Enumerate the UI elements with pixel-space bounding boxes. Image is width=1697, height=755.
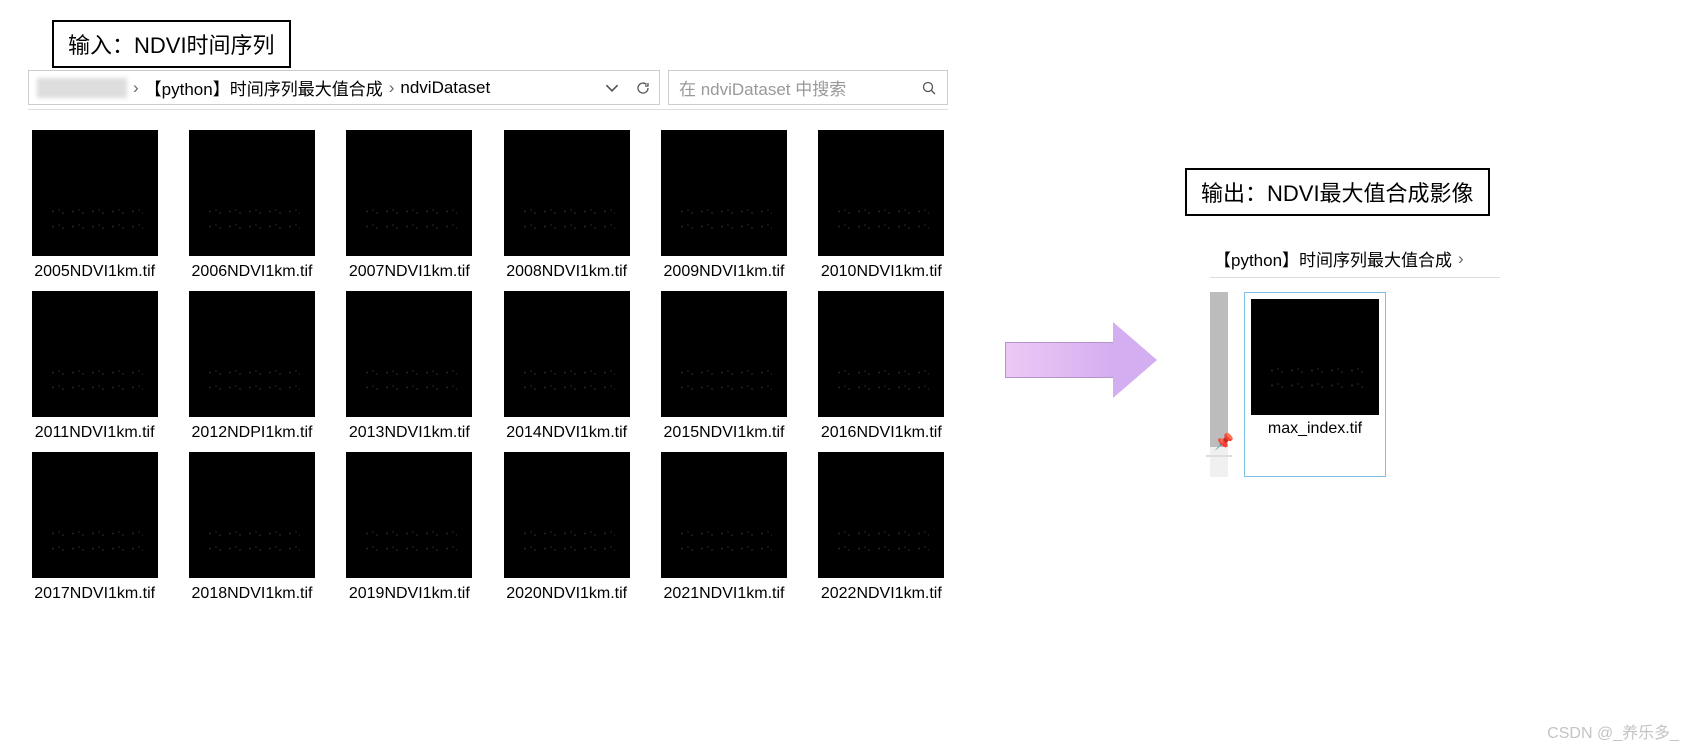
file-item[interactable]: 2012NDPI1km.tif [185,291,318,442]
file-name: 2014NDVI1km.tif [506,423,627,442]
breadcrumb-right[interactable]: 【python】时间序列最大值合成 › [1210,240,1500,278]
path-seg-right[interactable]: 【python】时间序列最大值合成 [1214,246,1452,271]
file-item[interactable]: 2014NDVI1km.tif [500,291,633,442]
file-name: max_index.tif [1268,419,1362,438]
chevron-down-icon[interactable] [605,81,619,95]
right-explorer: 【python】时间序列最大值合成 › max_index.tif [1210,240,1500,477]
search-placeholder: 在 ndviDataset 中搜索 [679,75,846,100]
file-item[interactable]: 2022NDVI1km.tif [815,452,948,603]
scroll-thumb[interactable] [1210,292,1228,447]
file-thumbnail [504,291,630,417]
file-thumbnail [346,291,472,417]
file-thumbnail [661,452,787,578]
file-name: 2010NDVI1km.tif [821,262,942,281]
file-item[interactable]: 2018NDVI1km.tif [185,452,318,603]
file-name: 2021NDVI1km.tif [664,584,785,603]
breadcrumb-bar: › 【python】时间序列最大值合成 › ndviDataset 在 ndvi… [28,70,948,110]
file-name: 2012NDPI1km.tif [192,423,313,442]
path-seg-2[interactable]: ndviDataset [400,78,490,98]
chevron-right-icon: › [1458,249,1464,269]
divider [1206,455,1232,457]
chevron-right-icon: › [389,78,395,98]
file-thumbnail [346,130,472,256]
file-item-output[interactable]: max_index.tif [1244,292,1386,477]
file-item[interactable]: 2015NDVI1km.tif [657,291,790,442]
file-thumbnail [504,452,630,578]
search-input[interactable]: 在 ndviDataset 中搜索 [668,70,948,105]
file-thumbnail [818,291,944,417]
file-thumbnail [818,452,944,578]
input-label: 输入：NDVI时间序列 [52,20,291,68]
file-name: 2019NDVI1km.tif [349,584,470,603]
file-thumbnail [32,130,158,256]
file-name: 2008NDVI1km.tif [506,262,627,281]
left-explorer: › 【python】时间序列最大值合成 › ndviDataset 在 ndvi… [28,70,948,604]
file-item[interactable]: 2020NDVI1km.tif [500,452,633,603]
file-item[interactable]: 2016NDVI1km.tif [815,291,948,442]
chevron-right-icon: › [133,78,139,98]
path-field[interactable]: › 【python】时间序列最大值合成 › ndviDataset [28,70,660,105]
file-thumbnail [32,452,158,578]
output-label: 输出：NDVI最大值合成影像 [1185,168,1490,216]
output-label-text: 输出：NDVI最大值合成影像 [1201,181,1474,206]
file-thumbnail [661,291,787,417]
file-thumbnail [189,452,315,578]
file-name: 2022NDVI1km.tif [821,584,942,603]
file-item[interactable]: 2005NDVI1km.tif [28,130,161,281]
watermark: CSDN @_养乐多_ [1547,719,1679,743]
file-thumbnail [818,130,944,256]
pin-icon[interactable]: 📌 [1214,432,1234,452]
refresh-icon[interactable] [635,80,651,96]
file-name: 2017NDVI1km.tif [34,584,155,603]
search-icon [921,80,937,96]
file-thumbnail [504,130,630,256]
path-seg-1[interactable]: 【python】时间序列最大值合成 [145,75,383,100]
file-name: 2005NDVI1km.tif [34,262,155,281]
file-item[interactable]: 2006NDVI1km.tif [185,130,318,281]
file-item[interactable]: 2007NDVI1km.tif [343,130,476,281]
file-name: 2009NDVI1km.tif [664,262,785,281]
file-item[interactable]: 2008NDVI1km.tif [500,130,633,281]
file-name: 2013NDVI1km.tif [349,423,470,442]
file-name: 2020NDVI1km.tif [506,584,627,603]
file-name: 2011NDVI1km.tif [35,423,155,442]
file-grid-left: 2005NDVI1km.tif 2006NDVI1km.tif 2007NDVI1k… [28,130,948,604]
file-thumbnail [346,452,472,578]
file-thumbnail [1251,299,1379,415]
file-name: 2016NDVI1km.tif [821,423,942,442]
file-item[interactable]: 2009NDVI1km.tif [657,130,790,281]
file-name: 2007NDVI1km.tif [349,262,470,281]
file-thumbnail [189,291,315,417]
file-name: 2006NDVI1km.tif [192,262,313,281]
file-item[interactable]: 2010NDVI1km.tif [815,130,948,281]
file-thumbnail [32,291,158,417]
file-item[interactable]: 2011NDVI1km.tif [28,291,161,442]
file-item[interactable]: 2017NDVI1km.tif [28,452,161,603]
file-thumbnail [661,130,787,256]
file-item[interactable]: 2013NDVI1km.tif [343,291,476,442]
input-label-text: 输入：NDVI时间序列 [68,33,275,58]
file-item[interactable]: 2021NDVI1km.tif [657,452,790,603]
arrow-icon [1005,320,1160,400]
file-name: 2015NDVI1km.tif [664,423,785,442]
path-blurred-root [37,78,127,98]
file-item[interactable]: 2019NDVI1km.tif [343,452,476,603]
file-thumbnail [189,130,315,256]
file-name: 2018NDVI1km.tif [192,584,313,603]
